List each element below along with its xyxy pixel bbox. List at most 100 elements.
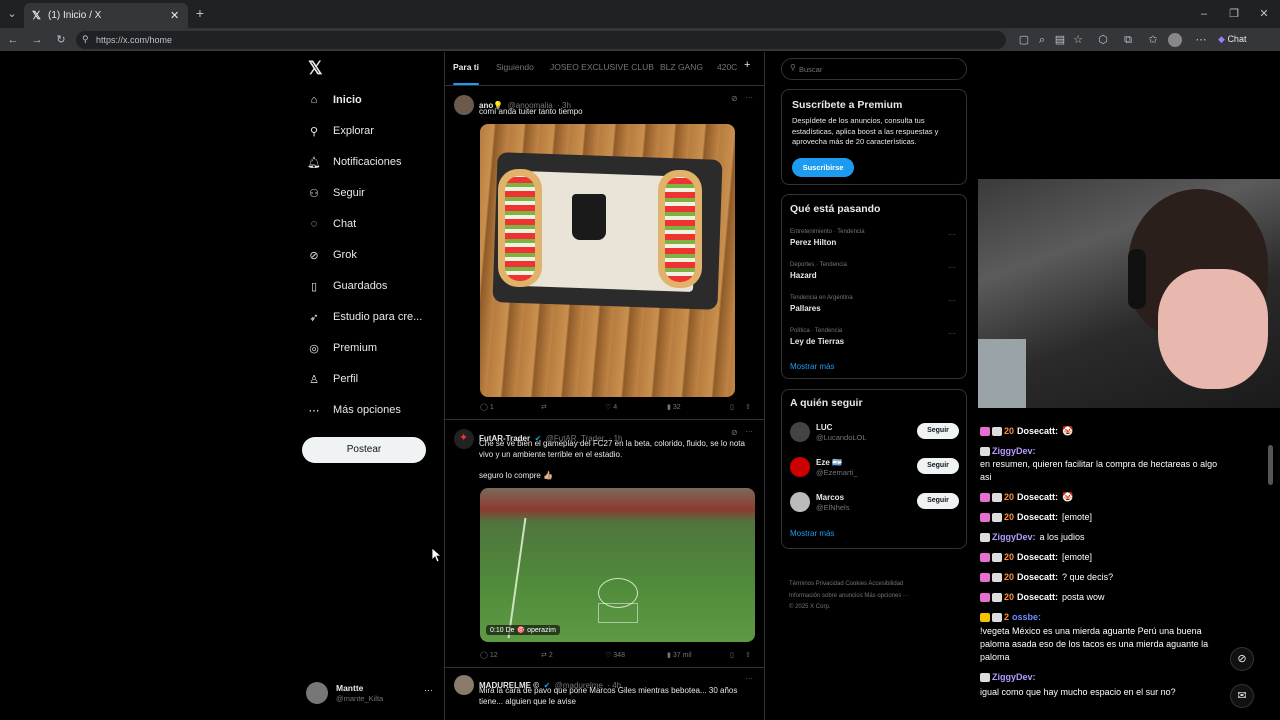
more-dots-icon[interactable]: ···: [745, 674, 753, 683]
reply-button[interactable]: ◯ 1: [480, 403, 494, 412]
tweet-video[interactable]: 0:10 De 🎯 operazim: [480, 488, 755, 642]
read-icon[interactable]: ▤: [1052, 32, 1068, 48]
split-icon[interactable]: ⧉: [1120, 32, 1136, 48]
tab-blz[interactable]: BLZ GANG: [660, 62, 703, 72]
more-dots-icon[interactable]: ···: [948, 263, 956, 272]
grok-icon[interactable]: ⊘: [731, 428, 738, 437]
tweet[interactable]: ✦ FutAR-Trader ✔ @FutAR_Trader · 1h ⊘ ··…: [445, 421, 764, 668]
account-switcher[interactable]: Mantte @mante_Kilta ···: [306, 680, 442, 706]
grok-float-icon[interactable]: ⊘: [1230, 647, 1254, 671]
avatar[interactable]: [790, 492, 810, 512]
nav-item-premium[interactable]: ◎ Premium: [306, 335, 377, 361]
avatar[interactable]: [790, 457, 810, 477]
share-icon[interactable]: ⇧: [745, 651, 751, 659]
nav-item-explorar[interactable]: ⚲ Explorar: [306, 118, 374, 144]
follow-name[interactable]: Eze 🇦🇷: [816, 458, 842, 467]
follow-button[interactable]: Seguir: [917, 458, 959, 474]
more-dots-icon[interactable]: ···: [745, 93, 753, 102]
more-dots-icon[interactable]: ···: [948, 296, 956, 305]
tweet[interactable]: MADURELME © ✔ @madurelme · 4h ··· Mirá l…: [445, 669, 764, 720]
nav-item-más-opciones[interactable]: ⋯ Más opciones: [306, 397, 401, 423]
search-input[interactable]: ⚲ Buscar: [781, 58, 967, 80]
star-icon[interactable]: ☆: [1070, 32, 1086, 48]
trend-name[interactable]: Perez Hilton: [790, 238, 836, 247]
tab-para-ti[interactable]: Para ti: [453, 62, 479, 72]
repost-button[interactable]: ⇄: [541, 403, 549, 411]
avatar[interactable]: [790, 422, 810, 442]
follow-name[interactable]: LUC: [816, 423, 832, 432]
site-info-icon[interactable]: ⚲: [82, 34, 89, 45]
close-window-icon[interactable]: ✕: [1256, 6, 1272, 22]
follow-show-more[interactable]: Mostrar más: [790, 529, 834, 538]
url-field[interactable]: ⚲ https://x.com/home: [76, 31, 1006, 49]
chat-username[interactable]: ZiggyDev:: [992, 672, 1036, 682]
chat-username[interactable]: Dosecatt:: [1017, 592, 1058, 602]
maximize-icon[interactable]: ❐: [1226, 6, 1242, 22]
grok-icon[interactable]: ⊘: [731, 94, 738, 103]
profile-avatar-icon[interactable]: [1168, 33, 1182, 47]
tweet[interactable]: ano💡 @anoomalia · 3h ⊘ ··· comí anda tui…: [445, 87, 764, 420]
follow-button[interactable]: Seguir: [917, 423, 959, 439]
menu-dots-icon[interactable]: ⋯: [1193, 32, 1209, 48]
chat-username[interactable]: Dosecatt:: [1017, 572, 1058, 582]
messages-float-icon[interactable]: ✉: [1230, 684, 1254, 708]
minimize-icon[interactable]: –: [1196, 6, 1212, 22]
nav-item-notificaciones[interactable]: 🔔︎ Notificaciones: [306, 149, 401, 175]
close-tab-icon[interactable]: ✕: [170, 9, 179, 22]
tab-list-chevron-icon[interactable]: ⌄: [4, 6, 20, 22]
footer-links[interactable]: Términos Privacidad Cookies Accesibilida…: [789, 581, 903, 587]
bookmark-icon[interactable]: ▯: [730, 651, 734, 659]
nav-item-inicio[interactable]: ⌂ Inicio: [306, 87, 362, 113]
views-button[interactable]: ▮ 37 mil: [667, 651, 692, 660]
nav-item-chat[interactable]: ◌ Chat: [306, 211, 357, 237]
chat-username[interactable]: ossbe:: [1012, 612, 1041, 622]
subscribe-button[interactable]: Suscribirse: [792, 158, 854, 177]
reply-button[interactable]: ◯ 12: [480, 651, 498, 660]
follow-button[interactable]: Seguir: [917, 493, 959, 509]
new-tab-icon[interactable]: +: [192, 5, 208, 21]
like-button[interactable]: ♡ 348: [605, 651, 625, 660]
browser-tab[interactable]: 𝕏 (1) Inicio / X ✕: [24, 3, 188, 28]
trend-name[interactable]: Pallares: [790, 304, 821, 313]
back-icon[interactable]: ←: [5, 32, 21, 48]
views-button[interactable]: ▮ 32: [667, 403, 681, 412]
repost-button[interactable]: ⇄ 2: [541, 651, 553, 660]
trend-name[interactable]: Hazard: [790, 271, 817, 280]
footer-links-2[interactable]: Información sobre anuncios Más opciones …: [789, 593, 909, 599]
tab-siguiendo[interactable]: Siguiendo: [496, 62, 534, 72]
more-dots-icon[interactable]: ···: [948, 329, 956, 338]
chat-username[interactable]: Dosecatt:: [1017, 492, 1058, 502]
extensions-icon[interactable]: ⬡: [1095, 32, 1111, 48]
chat-username[interactable]: ZiggyDev:: [992, 446, 1036, 456]
forward-icon[interactable]: →: [29, 32, 45, 48]
post-button[interactable]: Postear: [302, 437, 426, 463]
chat-username[interactable]: Dosecatt:: [1017, 552, 1058, 562]
nav-item-perfil[interactable]: ♙ Perfil: [306, 366, 358, 392]
tab-joseo[interactable]: JOSEO EXCLUSIVE CLUB: [550, 62, 654, 72]
more-dots-icon[interactable]: ···: [424, 685, 433, 695]
bookmark-icon[interactable]: ▯: [730, 403, 734, 411]
nav-item-estudio-para-cre[interactable]: ➶ Estudio para cre...: [306, 304, 422, 330]
follow-name[interactable]: Marcos: [816, 493, 844, 502]
chat-username[interactable]: Dosecatt:: [1017, 426, 1058, 436]
zoom-icon[interactable]: ⌕: [1034, 32, 1050, 48]
more-dots-icon[interactable]: ···: [745, 427, 753, 436]
tweet-image[interactable]: [480, 124, 735, 397]
reload-icon[interactable]: ↻: [53, 32, 69, 48]
chat-scrollbar[interactable]: [1268, 445, 1273, 485]
app-icon[interactable]: ▢: [1016, 32, 1032, 48]
add-tab-icon[interactable]: +: [744, 59, 750, 71]
chat-username[interactable]: ZiggyDev:: [992, 532, 1036, 542]
nav-item-guardados[interactable]: ▯ Guardados: [306, 273, 387, 299]
tab-420c[interactable]: 420C: [717, 62, 737, 72]
more-dots-icon[interactable]: ···: [948, 230, 956, 239]
like-button[interactable]: ♡ 4: [605, 403, 617, 412]
nav-item-seguir[interactable]: ⚇ Seguir: [306, 180, 365, 206]
favorites-icon[interactable]: ✩: [1145, 32, 1161, 48]
copilot-chat-button[interactable]: ◆ Chat: [1218, 34, 1246, 45]
chat-username[interactable]: Dosecatt:: [1017, 512, 1058, 522]
trend-name[interactable]: Ley de Tierras: [790, 337, 844, 346]
share-icon[interactable]: ⇧: [745, 403, 751, 411]
x-logo-icon[interactable]: 𝕏: [308, 58, 323, 79]
nav-item-grok[interactable]: ⊘ Grok: [306, 242, 356, 268]
